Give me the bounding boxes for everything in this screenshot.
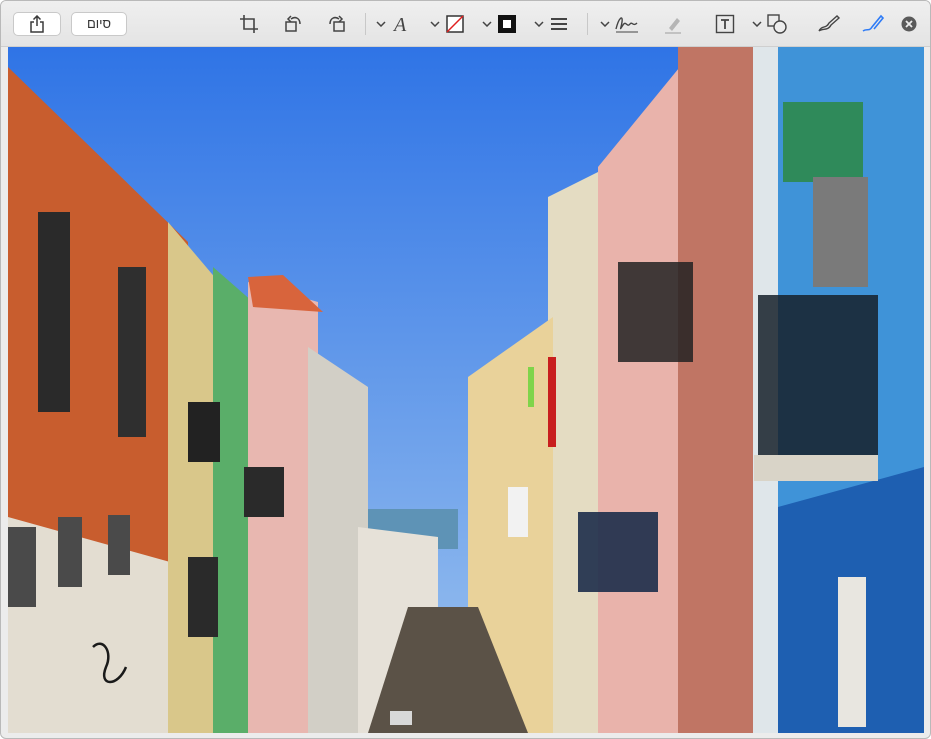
border-color-tool[interactable] bbox=[443, 12, 467, 36]
chevron-down-icon bbox=[430, 21, 440, 27]
car bbox=[390, 711, 412, 725]
close-icon bbox=[901, 16, 917, 32]
signature-menu[interactable] bbox=[599, 12, 611, 36]
door bbox=[838, 577, 866, 727]
building-right-pink bbox=[598, 57, 688, 733]
balcony bbox=[188, 402, 220, 462]
sketch-tool[interactable] bbox=[817, 12, 841, 36]
share-icon bbox=[30, 14, 44, 33]
highlight-icon bbox=[665, 18, 681, 34]
markup-draw-icon bbox=[862, 14, 885, 32]
line-style-icon bbox=[551, 18, 567, 30]
svg-text:A: A bbox=[392, 14, 407, 35]
text-box-tool[interactable] bbox=[713, 12, 737, 36]
chevron-down-icon bbox=[534, 21, 544, 27]
window bbox=[8, 527, 36, 607]
line-style-tool[interactable] bbox=[547, 12, 571, 36]
text-box-icon bbox=[715, 14, 735, 34]
laundry-red bbox=[548, 357, 556, 447]
signature-tool[interactable] bbox=[613, 12, 641, 36]
share-button[interactable] bbox=[13, 12, 61, 36]
shapes-icon bbox=[767, 14, 787, 34]
fill-color-menu[interactable] bbox=[481, 12, 493, 36]
signature-icon bbox=[615, 17, 638, 33]
chevron-down-icon bbox=[752, 21, 762, 27]
done-button[interactable]: סיום bbox=[71, 12, 127, 36]
highlight-tool[interactable] bbox=[661, 12, 685, 36]
window bbox=[38, 212, 70, 412]
shutter bbox=[813, 177, 868, 287]
window bbox=[108, 515, 130, 575]
balcony bbox=[188, 557, 218, 637]
chevron-down-icon bbox=[600, 21, 610, 27]
fill-color-icon bbox=[498, 15, 516, 33]
laundry-white bbox=[508, 487, 528, 537]
rotate-left-icon bbox=[285, 15, 301, 32]
markup-toolbar: סיום A bbox=[1, 1, 930, 47]
close-button[interactable] bbox=[897, 12, 921, 36]
text-style-menu[interactable] bbox=[375, 12, 387, 36]
rotate-left-tool[interactable] bbox=[281, 12, 305, 36]
text-style-icon: A bbox=[392, 14, 407, 35]
balcony-blue bbox=[758, 295, 878, 475]
line-style-menu[interactable] bbox=[533, 12, 545, 36]
border-color-menu[interactable] bbox=[429, 12, 441, 36]
toolbar-separator bbox=[587, 13, 588, 35]
balcony-lower bbox=[578, 512, 658, 592]
green-awning bbox=[783, 102, 863, 182]
balcony-pink bbox=[618, 262, 693, 362]
building-right-deep-pink bbox=[678, 47, 753, 733]
text-style-tool[interactable]: A bbox=[389, 12, 413, 36]
crop-tool[interactable] bbox=[237, 12, 261, 36]
border-color-icon bbox=[446, 15, 464, 33]
fill-color-tool[interactable] bbox=[495, 12, 519, 36]
photo-canvas bbox=[8, 47, 924, 733]
window bbox=[58, 517, 82, 587]
rotate-right-icon bbox=[329, 15, 345, 32]
shapes-tool[interactable] bbox=[765, 12, 789, 36]
markup-window: סיום A bbox=[0, 0, 931, 739]
toolbar-separator bbox=[365, 13, 366, 35]
shapes-menu[interactable] bbox=[751, 12, 763, 36]
street-photo bbox=[8, 47, 924, 733]
chevron-down-icon bbox=[482, 21, 492, 27]
draw-tool[interactable] bbox=[861, 12, 885, 36]
laundry-green bbox=[528, 367, 534, 407]
markup-sketch-icon bbox=[818, 15, 841, 32]
balcony bbox=[244, 467, 284, 517]
rotate-right-tool[interactable] bbox=[325, 12, 349, 36]
crop-icon bbox=[240, 15, 258, 33]
chevron-down-icon bbox=[376, 21, 386, 27]
balcony-ledge bbox=[754, 455, 878, 481]
window bbox=[118, 267, 146, 437]
